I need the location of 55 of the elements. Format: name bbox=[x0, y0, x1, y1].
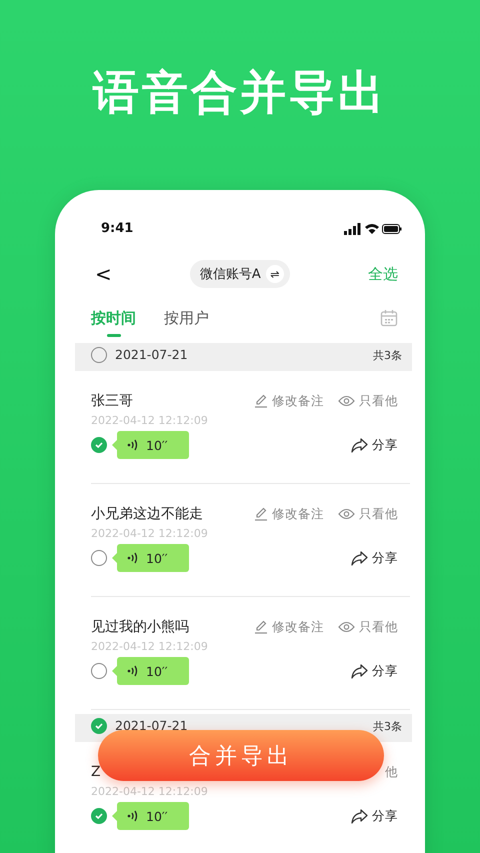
item-checkbox[interactable] bbox=[91, 550, 107, 566]
share-button[interactable]: 分享 bbox=[351, 662, 398, 680]
group-count: 共3条 bbox=[373, 720, 402, 732]
share-button[interactable]: 分享 bbox=[351, 808, 398, 824]
contact-name: 小兄弟这边不能走 bbox=[91, 505, 203, 523]
group-checkbox[interactable] bbox=[91, 347, 107, 363]
share-icon bbox=[351, 438, 368, 452]
status-icons bbox=[344, 222, 402, 234]
pencil-icon bbox=[254, 620, 268, 634]
group-date: 2021-07-21 bbox=[115, 348, 188, 362]
sound-icon bbox=[127, 552, 138, 564]
group-count: 共3条 bbox=[373, 348, 402, 362]
group-date: 2021-07-21 bbox=[115, 719, 188, 733]
edit-note-button[interactable]: 修改备注 bbox=[254, 392, 324, 410]
record-time: 2022-04-12 12:12:09 bbox=[91, 785, 209, 800]
item-checkbox[interactable] bbox=[91, 808, 107, 824]
item-checkbox[interactable] bbox=[91, 437, 107, 453]
eye-icon bbox=[338, 395, 355, 407]
calendar-icon[interactable] bbox=[380, 309, 398, 327]
edit-note-button[interactable]: 修改备注 bbox=[254, 506, 324, 522]
share-icon bbox=[351, 808, 368, 824]
check-icon bbox=[94, 440, 104, 450]
share-icon bbox=[351, 550, 368, 566]
contact-name: Z bbox=[91, 764, 101, 780]
switch-icon: ⇌ bbox=[266, 265, 284, 283]
record-time: 2022-04-12 12:12:09 bbox=[91, 527, 209, 542]
back-button[interactable]: < bbox=[95, 262, 112, 286]
check-icon bbox=[94, 811, 104, 821]
share-icon bbox=[351, 664, 368, 678]
sound-icon bbox=[127, 810, 138, 822]
tab[interactable]: 按用户 bbox=[164, 304, 209, 338]
group-checkbox[interactable] bbox=[91, 718, 107, 734]
view-only-button[interactable]: 只看他 bbox=[338, 618, 398, 636]
account-switcher[interactable]: 微信账号A ⇌ bbox=[190, 260, 290, 288]
view-only-button[interactable]: 他 bbox=[385, 764, 398, 780]
check-icon bbox=[94, 721, 104, 731]
view-only-button[interactable]: 只看他 bbox=[338, 506, 398, 522]
eye-icon bbox=[338, 508, 355, 520]
sound-icon bbox=[127, 665, 138, 677]
contact-name: 张三哥 bbox=[91, 392, 133, 410]
pencil-icon bbox=[254, 507, 268, 521]
eye-icon bbox=[338, 621, 355, 633]
status-time: 9:41 bbox=[101, 221, 134, 236]
headline: 语音合并导出 bbox=[92, 64, 388, 121]
item-checkbox[interactable] bbox=[91, 663, 107, 679]
contact-name: 见过我的小熊吗 bbox=[91, 618, 189, 636]
share-button[interactable]: 分享 bbox=[351, 550, 398, 566]
share-button[interactable]: 分享 bbox=[351, 436, 398, 454]
sound-icon bbox=[127, 439, 138, 451]
edit-note-button[interactable]: 修改备注 bbox=[254, 618, 324, 636]
record-time: 2022-04-12 12:12:09 bbox=[91, 640, 209, 655]
view-only-button[interactable]: 只看他 bbox=[338, 392, 398, 410]
record-time: 2022-04-12 12:12:09 bbox=[91, 414, 209, 429]
account-name: 微信账号A bbox=[200, 266, 261, 283]
pencil-icon bbox=[254, 394, 268, 408]
